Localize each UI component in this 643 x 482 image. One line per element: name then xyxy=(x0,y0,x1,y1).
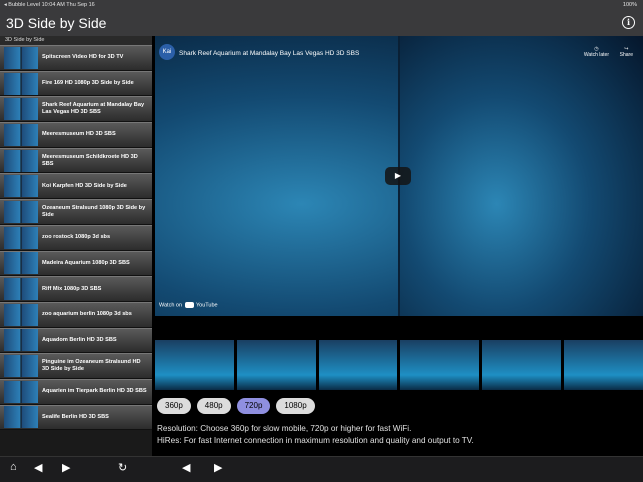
video-thumbnail xyxy=(4,98,38,121)
video-thumbnail xyxy=(4,72,38,95)
info-line-1: Resolution: Choose 360p for slow mobile,… xyxy=(157,424,412,433)
video-title[interactable]: Shark Reef Aquarium at Mandalay Bay Las … xyxy=(179,50,359,57)
video-thumbnail xyxy=(4,329,38,352)
list-item-label: Ozeaneum Stralsund 1080p 3D Side by Side xyxy=(42,204,146,218)
filmstrip-frame xyxy=(564,340,643,390)
video-thumbnail xyxy=(4,200,38,223)
watch-on-youtube[interactable]: Watch on YouTube xyxy=(159,302,218,308)
video-thumbnail xyxy=(4,46,38,69)
back-icon[interactable]: ◀ xyxy=(34,461,42,474)
resolution-button-720p[interactable]: 720p xyxy=(236,398,271,414)
watch-later-button[interactable]: ◷ Watch later xyxy=(584,46,609,58)
list-item-label: Madeira Aquarium 1080p 3D SBS xyxy=(42,259,130,266)
info-icon[interactable]: i xyxy=(622,16,635,29)
video-player[interactable]: Kai Shark Reef Aquarium at Mandalay Bay … xyxy=(155,36,643,316)
list-item[interactable]: zoo rostock 1080p 3d sbs xyxy=(0,224,152,251)
video-thumbnail xyxy=(4,406,38,429)
reload-icon[interactable]: ↻ xyxy=(118,461,127,474)
list-item-label: Sealife Berlin HD 3D SBS xyxy=(42,413,109,420)
nav-bar: 3D Side by Side i xyxy=(0,10,643,36)
resolution-selector: 360p 480p 720p 1080p xyxy=(157,398,315,414)
list-item-label: Meeresmuseum HD 3D SBS xyxy=(42,131,116,138)
play-button[interactable]: ▶ xyxy=(385,167,411,185)
list-item-label: Riff Mix 1080p 3D SBS xyxy=(42,285,102,292)
list-item-label: Meeresmuseum Schildkroete HD 3D SBS xyxy=(42,153,138,167)
forward-icon[interactable]: ▶ xyxy=(62,461,70,474)
video-thumbnail xyxy=(4,278,38,301)
filmstrip-frame xyxy=(400,340,480,390)
list-item[interactable]: Riff Mix 1080p 3D SBS xyxy=(0,276,152,302)
video-thumbnail xyxy=(4,252,38,275)
video-forward-icon[interactable]: ▶ xyxy=(214,461,222,474)
list-item[interactable]: Koi Karpfen HD 3D Side by Side xyxy=(0,173,152,200)
list-item[interactable]: Aquadom Berlin HD 3D SBS xyxy=(0,327,152,354)
list-item[interactable]: Ozeaneum Stralsund 1080p 3D Side by Side xyxy=(0,199,152,225)
list-item[interactable]: Meeresmuseum Schildkroete HD 3D SBS xyxy=(0,147,152,174)
list-item[interactable]: Spitscreen Video HD for 3D TV xyxy=(0,45,152,71)
resolution-button-480p[interactable]: 480p xyxy=(196,398,231,414)
filmstrip-frame xyxy=(155,340,234,390)
list-item-label: Aquadom Berlin HD 3D SBS xyxy=(42,336,117,343)
main-content: Kai Shark Reef Aquarium at Mandalay Bay … xyxy=(155,36,643,456)
resolution-button-360p[interactable]: 360p xyxy=(157,398,191,414)
list-item-label: Koi Karpfen HD 3D Side by Side xyxy=(42,182,127,189)
status-bar: ◂ Bubble Level 10:04 AM Thu Sep 16 100% xyxy=(0,0,643,10)
youtube-logo-icon xyxy=(184,302,194,308)
page-title: 3D Side by Side xyxy=(6,15,107,31)
list-item[interactable]: Shark Reef Aquarium at Mandalay Bay Las … xyxy=(0,96,152,123)
video-list-sidebar: 3D Side by Side Spitscreen Video HD for … xyxy=(0,36,152,456)
list-item[interactable]: Fire 169 HD 1080p 3D Side by Side xyxy=(0,70,152,97)
video-thumbnail xyxy=(4,123,38,146)
list-item-label: Aquarien im Tierpark Berlin HD 3D SBS xyxy=(42,388,147,395)
video-thumbnail xyxy=(4,303,38,326)
list-item-label: zoo rostock 1080p 3d sbs xyxy=(42,234,111,241)
video-thumbnail xyxy=(4,380,38,403)
video-list: Spitscreen Video HD for 3D TV Fire 169 HD… xyxy=(0,45,152,431)
home-icon[interactable]: ⌂ xyxy=(10,461,17,473)
battery-level: 100% xyxy=(622,2,637,8)
filmstrip-frame xyxy=(482,340,562,390)
video-thumbnail xyxy=(4,175,38,198)
list-item[interactable]: Pinguine im Ozeaneum Stralsund HD 3D Sid… xyxy=(0,353,152,379)
list-item[interactable]: Sealife Berlin HD 3D SBS xyxy=(0,404,152,431)
watch-on-label: Watch on xyxy=(159,302,183,309)
list-item-label: Fire 169 HD 1080p 3D Side by Side xyxy=(42,80,134,87)
watch-later-label: Watch later xyxy=(583,52,609,58)
list-item[interactable]: Madeira Aquarium 1080p 3D SBS xyxy=(0,250,152,277)
filmstrip xyxy=(155,340,643,390)
list-item-label: Pinguine im Ozeaneum Stralsund HD 3D Sid… xyxy=(42,359,141,373)
list-item-label: Shark Reef Aquarium at Mandalay Bay Las … xyxy=(42,102,145,116)
video-back-icon[interactable]: ◀ xyxy=(182,461,190,474)
list-item[interactable]: Meeresmuseum HD 3D SBS xyxy=(0,122,152,148)
list-item-label: zoo aquarium berlin 1080p 3d sbs xyxy=(42,311,132,318)
youtube-label: YouTube xyxy=(196,302,218,309)
share-label: Share xyxy=(619,52,633,58)
video-right-eye xyxy=(399,36,643,316)
resolution-info: Resolution: Choose 360p for slow mobile,… xyxy=(157,423,474,447)
status-left: ◂ Bubble Level 10:04 AM Thu Sep 16 xyxy=(4,2,95,8)
list-item[interactable]: Aquarien im Tierpark Berlin HD 3D SBS xyxy=(0,378,152,405)
filmstrip-frame xyxy=(318,340,398,390)
list-item-label: Spitscreen Video HD for 3D TV xyxy=(42,54,124,61)
info-line-2: HiRes: For fast Internet connection in m… xyxy=(157,436,474,445)
channel-avatar[interactable]: Kai xyxy=(159,44,175,60)
sidebar-header: 3D Side by Side xyxy=(0,36,152,45)
video-thumbnail xyxy=(4,149,38,172)
play-icon: ▶ xyxy=(394,171,402,180)
video-thumbnail xyxy=(4,226,38,249)
share-button[interactable]: ↪ Share xyxy=(620,46,633,58)
list-item[interactable]: zoo aquarium berlin 1080p 3d sbs xyxy=(0,301,152,328)
resolution-button-1080p[interactable]: 1080p xyxy=(276,398,315,414)
filmstrip-frame xyxy=(236,340,316,390)
video-thumbnail xyxy=(4,355,38,378)
bottom-toolbar: ⌂ ◀ ▶ ↻ ◀ ▶ xyxy=(0,456,643,482)
